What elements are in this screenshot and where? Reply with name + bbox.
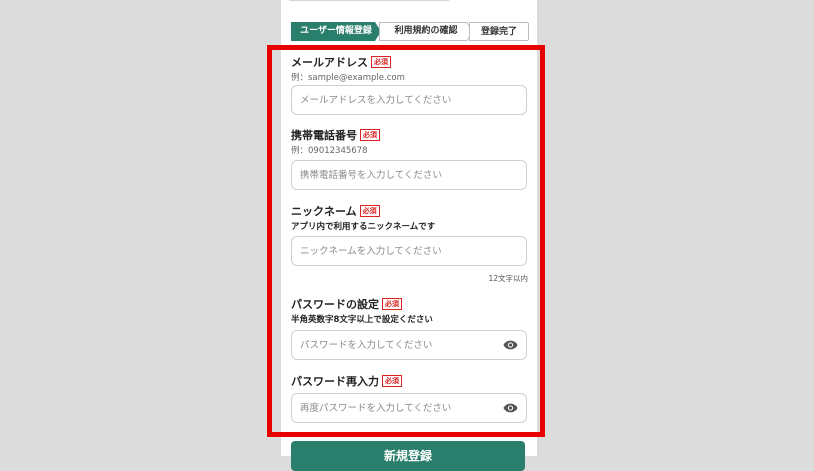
password-confirm-input[interactable] [292, 394, 492, 422]
password-confirm-field-group: パスワード再入力 必須 [291, 373, 528, 423]
password-input-box[interactable] [291, 330, 527, 360]
phone-hint: 例：09012345678 [291, 146, 368, 156]
email-input-box[interactable] [291, 85, 527, 115]
password-label: パスワードの設定 [291, 298, 379, 311]
required-badge: 必須 [382, 375, 402, 387]
phone-input-box[interactable] [291, 160, 527, 190]
password-field-group: パスワードの設定 必須 半角英数字8文字以上で設定ください [291, 296, 528, 360]
registration-panel: ユーザー情報登録 利用規約の確認 登録完了 メールアドレス 必須 例：sampl… [281, 0, 537, 471]
required-badge: 必須 [371, 56, 391, 68]
header-divider [289, 0, 449, 4]
phone-label: 携帯電話番号 [291, 129, 357, 142]
phone-input[interactable] [292, 161, 492, 189]
email-field-group: メールアドレス 必須 例：sample@example.com [291, 54, 528, 115]
required-badge: 必須 [382, 298, 402, 310]
password-confirm-label: パスワード再入力 [291, 375, 379, 388]
email-label: メールアドレス [291, 56, 368, 69]
email-hint: 例：sample@example.com [291, 73, 405, 83]
nickname-input[interactable] [292, 237, 492, 265]
nickname-char-limit: 12文字以内 [488, 274, 528, 283]
eye-icon[interactable] [503, 402, 518, 414]
nickname-input-box[interactable] [291, 236, 527, 266]
nickname-label: ニックネーム [291, 205, 357, 218]
phone-field-group: 携帯電話番号 必須 例：09012345678 [291, 127, 528, 190]
register-button[interactable]: 新規登録 [291, 441, 525, 471]
password-confirm-input-box[interactable] [291, 393, 527, 423]
step-user-info: ユーザー情報登録 [291, 22, 381, 41]
eye-icon[interactable] [503, 339, 518, 351]
step-complete: 登録完了 [469, 22, 529, 41]
step-terms: 利用規約の確認 [394, 26, 458, 36]
required-badge: 必須 [360, 129, 380, 141]
nickname-field-group: ニックネーム 必須 アプリ内で利用するニックネームです 12文字以内 [291, 203, 528, 283]
email-input[interactable] [292, 86, 492, 114]
password-input[interactable] [292, 331, 492, 359]
nickname-hint: アプリ内で利用するニックネームです [291, 222, 436, 232]
required-badge: 必須 [359, 205, 380, 217]
password-hint: 半角英数字8文字以上で設定ください [291, 315, 433, 325]
